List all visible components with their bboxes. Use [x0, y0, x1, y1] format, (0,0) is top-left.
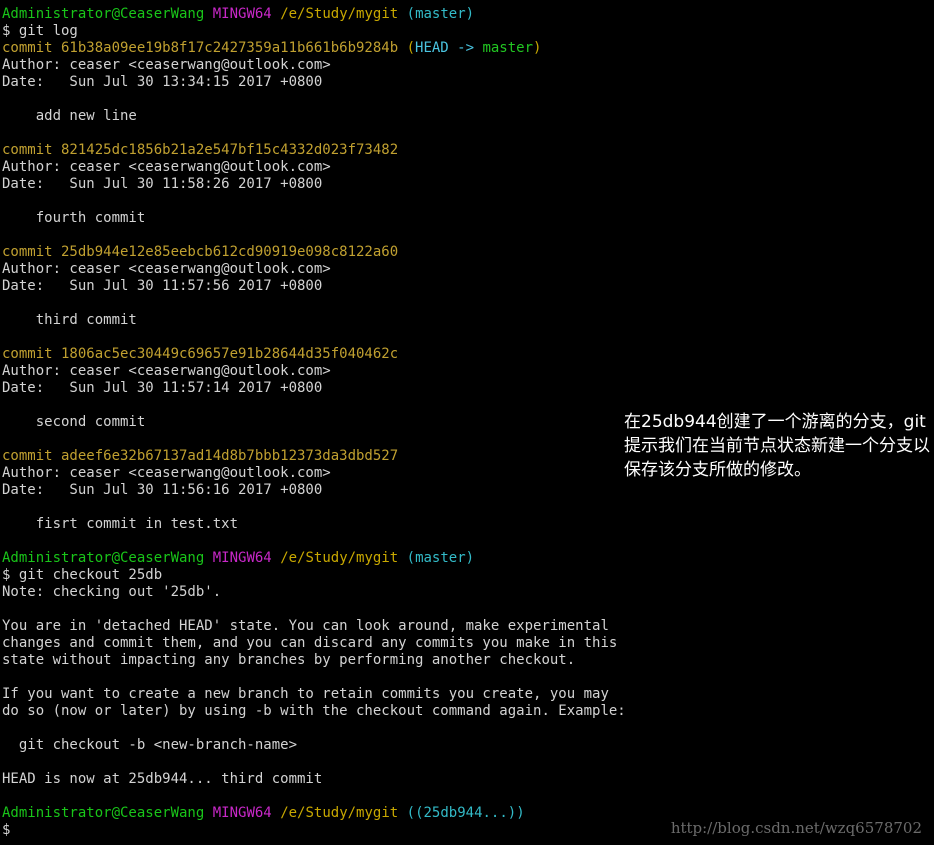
- commit-date: Date: Sun Jul 30 11:57:14 2017 +0800: [2, 380, 323, 396]
- prompt-user: Administrator@CeaserWang: [2, 805, 205, 821]
- head-ref: HEAD ->: [415, 40, 483, 56]
- prompt-env: MINGW64: [212, 805, 272, 821]
- commit-hash: commit 25db944e12e85eebcb612cd90919e098c…: [2, 244, 399, 260]
- output-line: do so (now or later) by using -b with th…: [2, 703, 626, 719]
- prompt-branch: (master): [406, 6, 475, 22]
- shell-prompt: Administrator@CeaserWang MINGW64 /e/Stud…: [2, 805, 642, 822]
- commit-date: Date: Sun Jul 30 11:58:26 2017 +0800: [2, 176, 323, 192]
- refs-open: (: [398, 40, 416, 56]
- commit-date: Date: Sun Jul 30 13:34:15 2017 +0800: [2, 74, 323, 90]
- shell-prompt: Administrator@CeaserWang MINGW64 /e/Stud…: [2, 550, 642, 567]
- output-line: You are in 'detached HEAD' state. You ca…: [2, 618, 609, 634]
- refs-close: ): [533, 40, 542, 56]
- command-input-line[interactable]: $: [2, 822, 642, 839]
- terminal-output: Administrator@CeaserWang MINGW64 /e/Stud…: [2, 6, 642, 839]
- output-line: state without impacting any branches by …: [2, 652, 576, 668]
- commit-message: add new line: [2, 108, 137, 124]
- shell-prompt: Administrator@CeaserWang MINGW64 /e/Stud…: [2, 6, 642, 23]
- prompt-env: MINGW64: [212, 550, 272, 566]
- master-ref: master: [482, 40, 534, 56]
- commit-hash: commit adeef6e32b67137ad14d8b7bbb12373da…: [2, 448, 399, 464]
- command-line: $ git log: [2, 23, 78, 39]
- commit-author: Author: ceaser <ceaserwang@outlook.com>: [2, 465, 331, 481]
- commit-date: Date: Sun Jul 30 11:56:16 2017 +0800: [2, 482, 323, 498]
- output-line: changes and commit them, and you can dis…: [2, 635, 618, 651]
- commit-message: fisrt commit in test.txt: [2, 516, 239, 532]
- prompt-branch: (master): [406, 550, 475, 566]
- commit-hash: commit 821425dc1856b21a2e547bf15c4332d02…: [2, 142, 399, 158]
- command-line: $ git checkout 25db: [2, 567, 163, 583]
- prompt-user: Administrator@CeaserWang: [2, 6, 205, 22]
- commit-author: Author: ceaser <ceaserwang@outlook.com>: [2, 363, 331, 379]
- prompt-path: /e/Study/mygit: [280, 805, 399, 821]
- output-line: If you want to create a new branch to re…: [2, 686, 609, 702]
- commit-hash: commit 1806ac5ec30449c69657e91b28644d35f…: [2, 346, 399, 362]
- prompt-path: /e/Study/mygit: [280, 6, 399, 22]
- commit-hash: commit 61b38a09ee19b8f17c2427359a11b661b…: [2, 40, 399, 56]
- commit-author: Author: ceaser <ceaserwang@outlook.com>: [2, 57, 331, 73]
- annotation-note: 在25db944创建了一个游离的分支，git提示我们在当前节点状态新建一个分支以…: [624, 412, 930, 480]
- commit-date: Date: Sun Jul 30 11:57:56 2017 +0800: [2, 278, 323, 294]
- prompt-branch: ((25db944...)): [406, 805, 525, 821]
- commit-message: second commit: [2, 414, 146, 430]
- commit-author: Author: ceaser <ceaserwang@outlook.com>: [2, 159, 331, 175]
- output-line: HEAD is now at 25db944... third commit: [2, 771, 323, 787]
- prompt-path: /e/Study/mygit: [280, 550, 399, 566]
- prompt-env: MINGW64: [212, 6, 272, 22]
- prompt-user: Administrator@CeaserWang: [2, 550, 205, 566]
- commit-author: Author: ceaser <ceaserwang@outlook.com>: [2, 261, 331, 277]
- commit-message: third commit: [2, 312, 137, 328]
- commit-hash-line: commit 61b38a09ee19b8f17c2427359a11b661b…: [2, 40, 642, 57]
- output-line: Note: checking out '25db'.: [2, 584, 222, 600]
- commit-message: fourth commit: [2, 210, 146, 226]
- output-line: git checkout -b <new-branch-name>: [2, 737, 298, 753]
- watermark: http://blog.csdn.net/wzq6578702: [670, 819, 922, 837]
